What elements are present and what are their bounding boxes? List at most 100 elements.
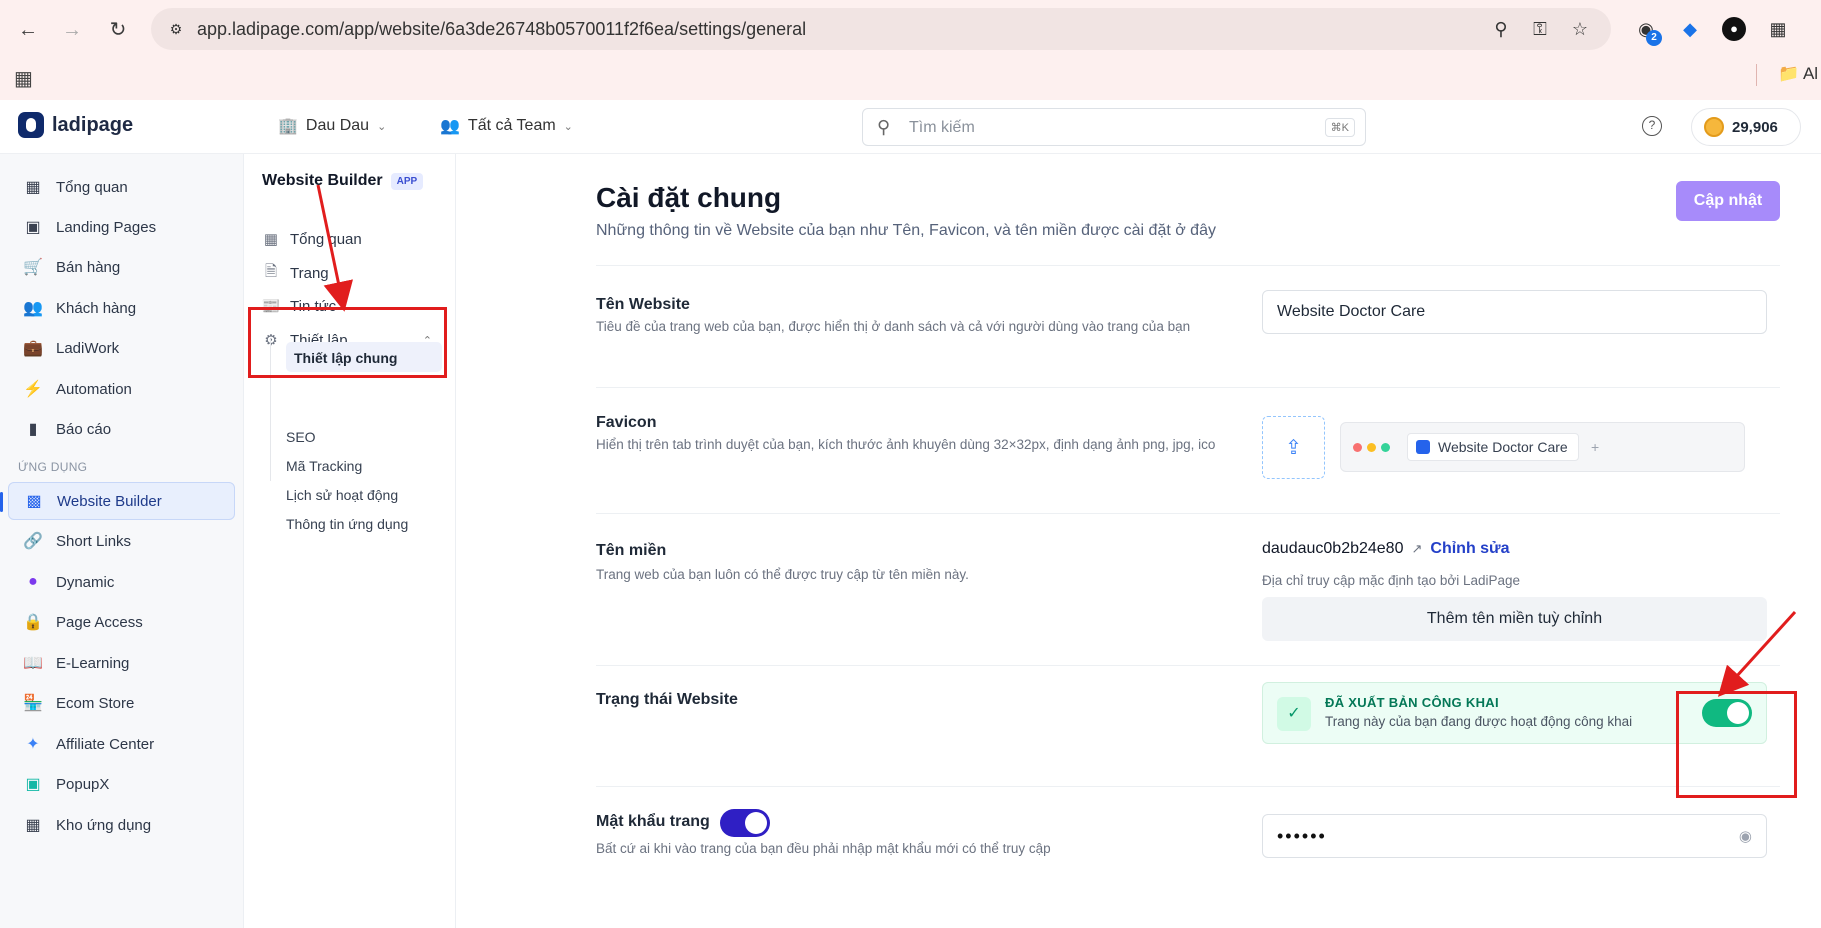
extensions-puzzle-icon[interactable]: ▦ [1766, 17, 1790, 41]
search-shortcut: ⌘K [1324, 118, 1355, 137]
brand-logo[interactable]: ladipage [18, 112, 133, 138]
briefcase-icon: 💼 [23, 340, 43, 357]
toggle-knob [745, 812, 767, 834]
subnav-child-seo[interactable]: SEO [286, 429, 316, 445]
subnav-child-tracking[interactable]: Mã Tracking [286, 458, 362, 474]
app-badge: APP [390, 172, 424, 190]
zoom-icon[interactable]: ⚲ [1490, 18, 1512, 40]
back-icon[interactable]: ← [14, 16, 42, 44]
building-icon: 🏢 [278, 118, 298, 135]
sidebar-item-website-builder[interactable]: ▩ Website Builder [8, 482, 235, 520]
password-toggle[interactable] [720, 809, 770, 837]
sidebar-item-dynamic[interactable]: ● Dynamic [8, 563, 235, 601]
site-settings-icon[interactable]: ⚙ [165, 18, 187, 40]
bookmark-star-icon[interactable]: ☆ [1569, 18, 1591, 40]
forward-icon[interactable]: → [58, 16, 86, 44]
sidebar-item-automation[interactable]: ⚡ Automation [8, 370, 235, 408]
book-icon: 📖 [23, 655, 43, 672]
reload-icon[interactable]: ↻ [104, 16, 132, 44]
extension-tag-icon[interactable]: ◆ [1678, 17, 1702, 41]
eye-icon[interactable]: ◉ [1739, 827, 1752, 845]
search-icon: ⚲ [877, 117, 891, 137]
divider [596, 786, 1780, 787]
bookmark-folder[interactable]: 📁 Al [1778, 64, 1818, 84]
sidebar-item-app-store[interactable]: ▦ Kho ứng dụng [8, 806, 235, 844]
sidebar-item-label: Dynamic [56, 573, 115, 591]
subnav-child-app-info[interactable]: Thông tin ứng dụng [286, 516, 408, 532]
network-icon: ✦ [26, 736, 40, 753]
address-bar[interactable]: ⚙ app.ladipage.com/app/website/6a3de2674… [151, 8, 1611, 50]
subnav-title-text: Website Builder [262, 172, 383, 189]
domain-value-row: daudauc0b2b24e80 ↗ Chỉnh sửa [1262, 540, 1510, 558]
link-icon: 🔗 [23, 533, 43, 550]
sidebar-item-page-access[interactable]: 🔒 Page Access [8, 603, 235, 641]
password-value: •••••• [1277, 826, 1327, 846]
extension-badge: 2 [1646, 30, 1662, 46]
sidebar-item-ladiwork[interactable]: 💼 LadiWork [8, 329, 235, 367]
annotation-box-toggle [1676, 691, 1797, 798]
layout-icon: ▣ [25, 219, 41, 236]
sidebar-item-ecom-store[interactable]: 🏪 Ecom Store [8, 684, 235, 722]
subnav-item-overview[interactable]: ▦ Tổng quan [262, 230, 442, 249]
workspace-selector[interactable]: 🏢 Dau Dau ⌄ [278, 116, 386, 136]
bookmark-folder-label: Al [1802, 64, 1819, 83]
sidebar-item-label: Affiliate Center [56, 735, 155, 753]
store-icon: 🏪 [23, 695, 43, 712]
sidebar-item-label: Page Access [56, 613, 143, 631]
dashboard-icon: ▦ [263, 231, 279, 248]
favicon-preview: Website Doctor Care + [1340, 422, 1745, 472]
sidebar-item-reports[interactable]: ▮ Báo cáo [8, 410, 235, 448]
subnav-item-pages[interactable]: 🗎 Trang [262, 263, 442, 282]
url-text: app.ladipage.com/app/website/6a3de26748b… [197, 19, 807, 39]
sidebar-item-label: E-Learning [56, 654, 130, 672]
external-link-icon[interactable]: ↗ [1411, 541, 1422, 557]
apps-grid-icon[interactable]: ▦ [14, 66, 33, 91]
divider [596, 513, 1780, 514]
favicon-icon [1416, 440, 1430, 454]
main-sidebar: ▦ Tổng quan ▣ Landing Pages 🛒 Bán hàng 👥 Khá… [0, 154, 244, 928]
credits-balance[interactable]: 29,906 [1691, 108, 1801, 146]
help-icon[interactable]: ? [1642, 116, 1662, 136]
sidebar-item-sales[interactable]: 🛒 Bán hàng [8, 248, 235, 286]
domain-value[interactable]: daudauc0b2b24e80 [1262, 540, 1403, 558]
sidebar-item-customers[interactable]: 👥 Khách hàng [8, 289, 235, 327]
divider [596, 665, 1780, 666]
password-input[interactable]: •••••• ◉ [1262, 814, 1767, 858]
team-selector[interactable]: 👥 Tất cả Team ⌄ [440, 116, 573, 136]
chevron-down-icon: ⌄ [377, 120, 387, 133]
sidebar-item-landing-pages[interactable]: ▣ Landing Pages [8, 208, 235, 246]
sidebar-item-short-links[interactable]: 🔗 Short Links [8, 522, 235, 560]
search-placeholder: Tìm kiếm [909, 119, 975, 136]
window-dot-yellow [1367, 443, 1376, 452]
sidebar-item-overview[interactable]: ▦ Tổng quan [8, 168, 235, 206]
website-name-input[interactable]: Website Doctor Care [1262, 290, 1767, 334]
active-indicator [0, 492, 3, 512]
website-status-label: Trạng thái Website [596, 691, 738, 708]
check-icon: ✓ [1277, 697, 1311, 731]
search-input[interactable]: ⚲ Tìm kiếm ⌘K [862, 108, 1366, 146]
status-title: ĐÃ XUẤT BẢN CÔNG KHAI [1325, 695, 1499, 710]
edit-domain-link[interactable]: Chỉnh sửa [1430, 540, 1509, 558]
password-desc: Bất cứ ai khi vào trang của bạn đều phải… [596, 841, 1051, 856]
divider [596, 265, 1780, 266]
password-key-icon[interactable]: ⚿ [1529, 18, 1551, 40]
subnav-child-activity-log[interactable]: Lịch sử hoạt động [286, 487, 398, 503]
extension-dark-icon[interactable]: ● [1722, 17, 1746, 41]
new-tab-icon: + [1591, 439, 1600, 455]
sidebar-item-popupx[interactable]: ▣ PopupX [8, 765, 235, 803]
favicon-upload-button[interactable]: ⇪ [1262, 416, 1325, 479]
sidebar-item-label: Automation [56, 380, 132, 398]
update-button[interactable]: Cập nhật [1676, 181, 1780, 221]
users-icon: 👥 [23, 300, 43, 317]
window-dot-green [1381, 443, 1390, 452]
credits-value: 29,906 [1732, 118, 1778, 136]
ladipage-logo-icon [18, 112, 44, 138]
sidebar-item-elearning[interactable]: 📖 E-Learning [8, 644, 235, 682]
sidebar-item-affiliate-center[interactable]: ✦ Affiliate Center [8, 725, 235, 763]
password-label: Mật khẩu trang [596, 813, 710, 830]
lock-page-icon: 🔒 [23, 614, 43, 631]
coin-icon [1704, 117, 1724, 137]
sidebar-item-label: LadiWork [56, 339, 120, 357]
add-custom-domain-button[interactable]: Thêm tên miền tuỳ chỉnh [1262, 597, 1767, 641]
cart-icon: 🛒 [23, 259, 43, 276]
